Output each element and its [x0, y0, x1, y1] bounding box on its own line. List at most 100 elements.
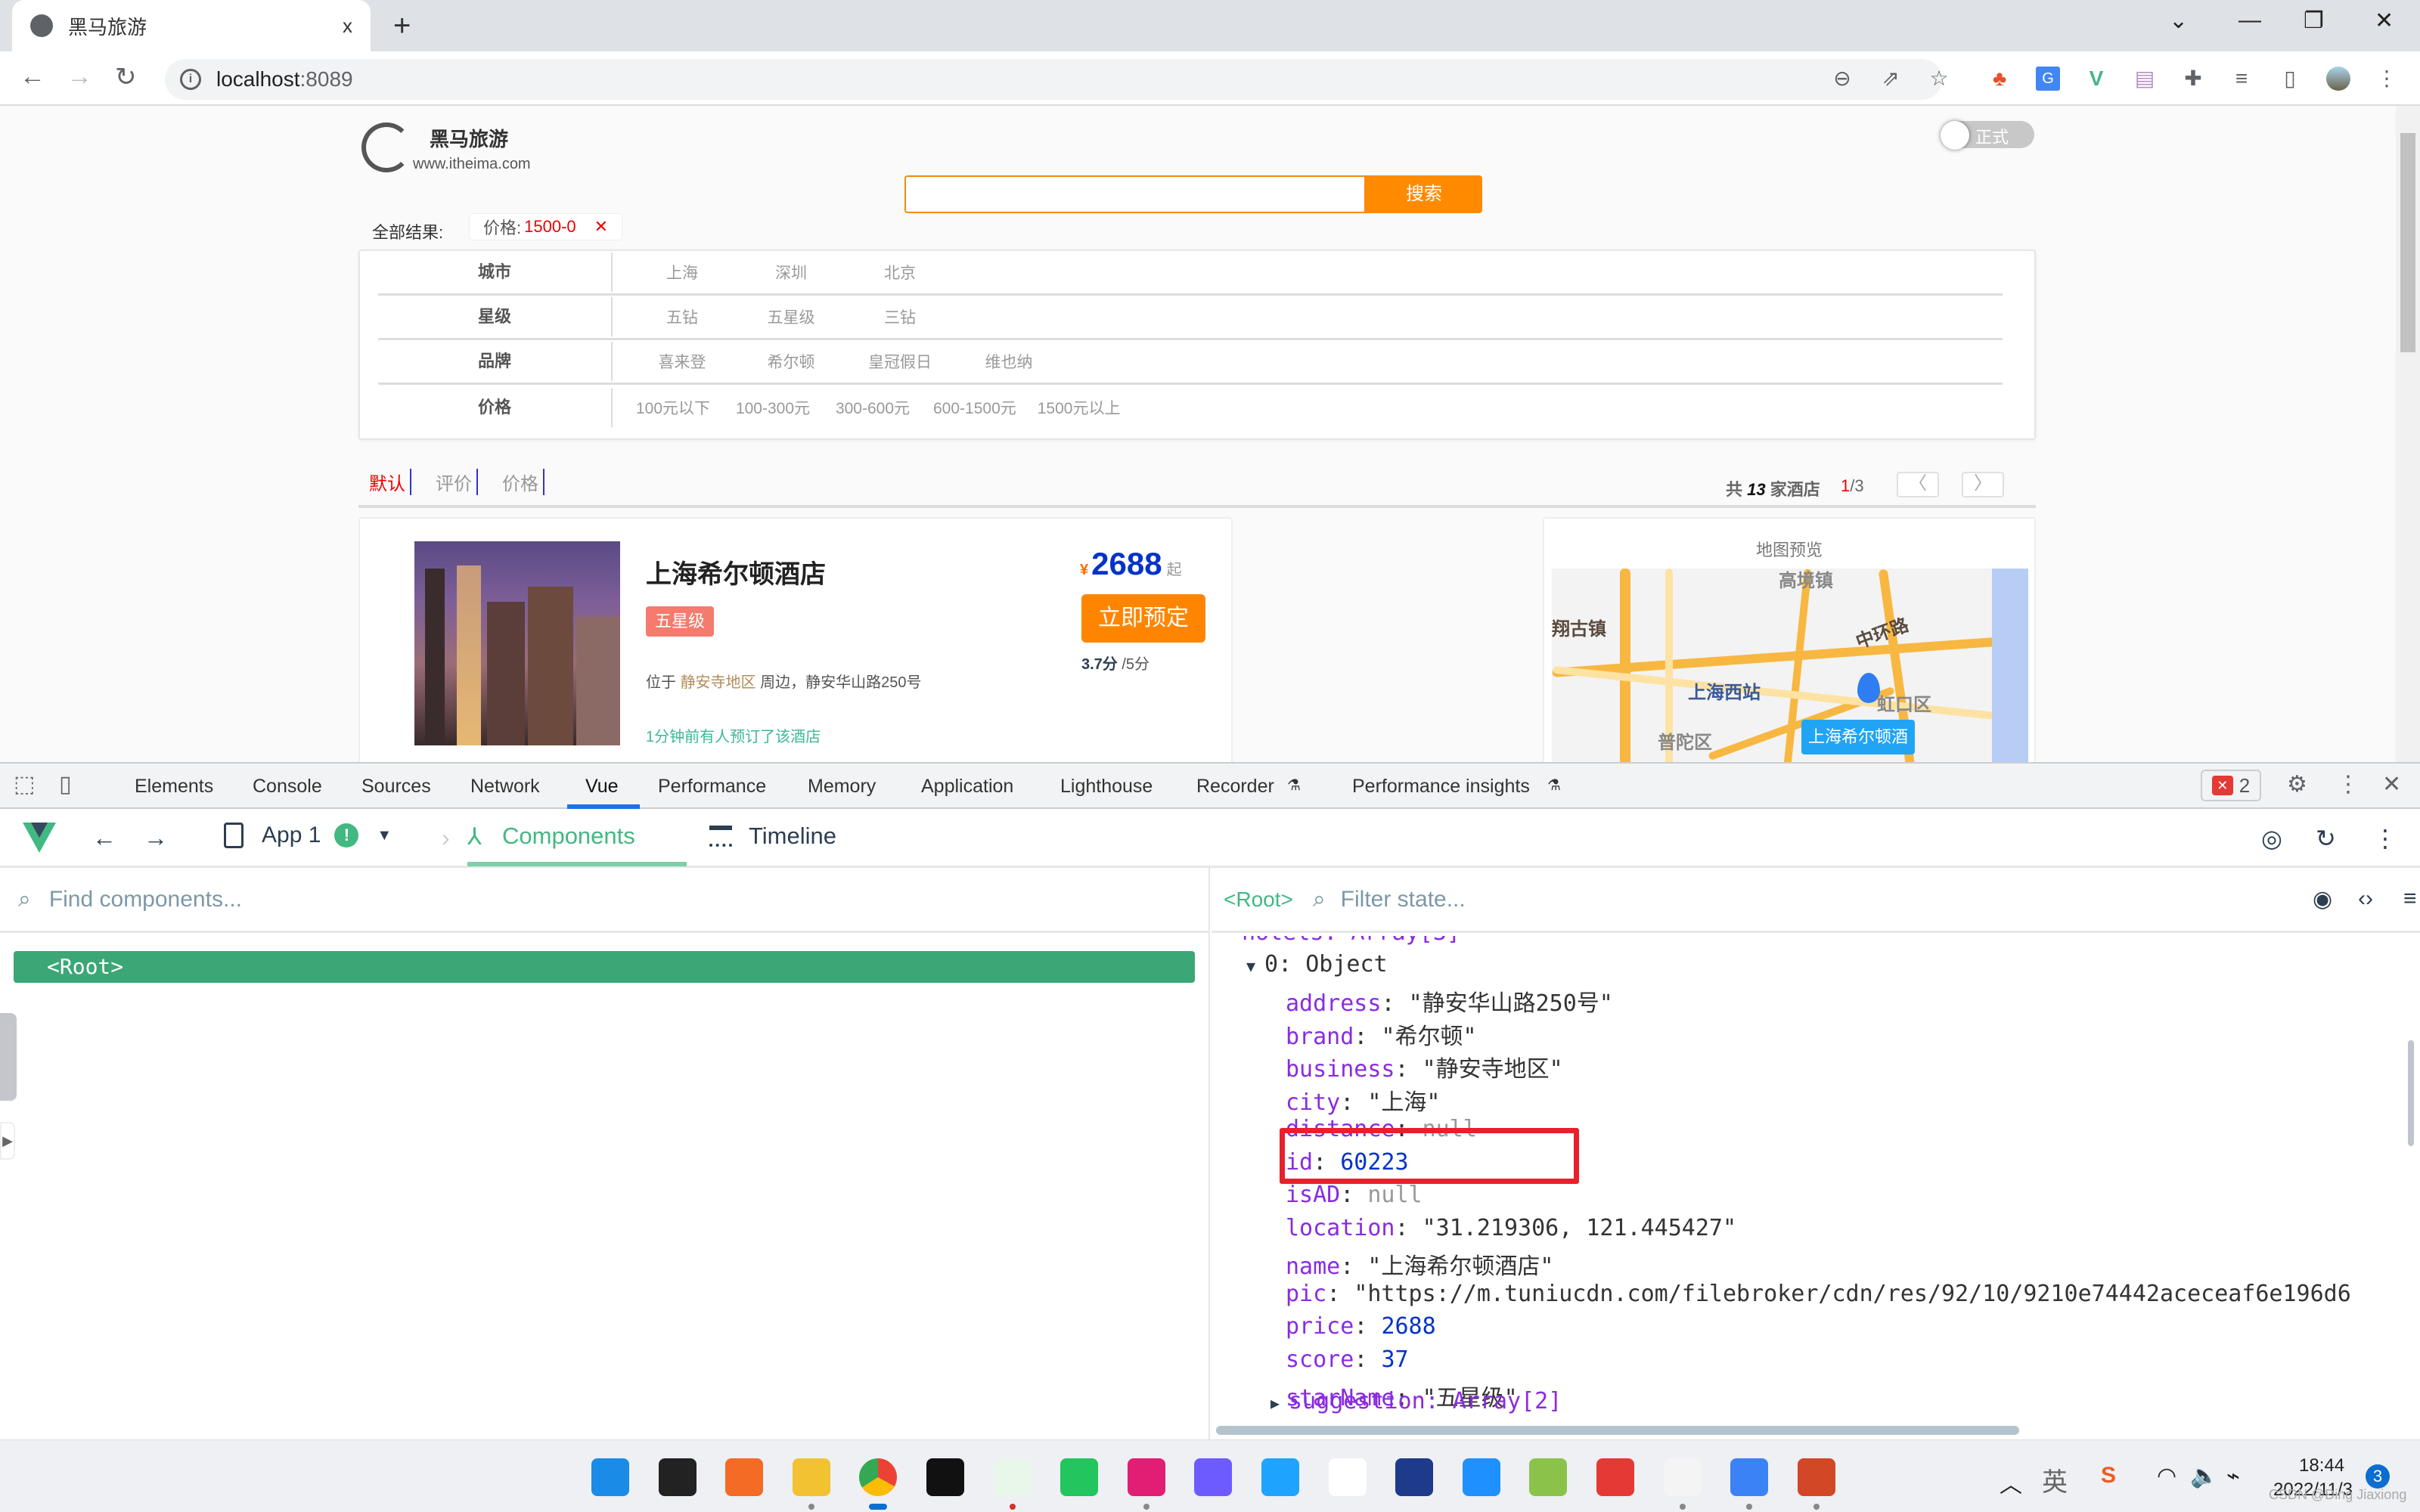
devtools-tab-network[interactable]: Network	[470, 776, 540, 798]
scroll-to-component-icon[interactable]: ◉	[2313, 886, 2332, 912]
timeline-tab[interactable]: Timeline	[709, 823, 836, 850]
vue-more-icon[interactable]: ⋮	[2373, 824, 2397, 853]
taskbar-app-wechat[interactable]	[993, 1458, 1032, 1496]
devtools-tab-memory[interactable]: Memory	[808, 776, 876, 798]
filter-option[interactable]: 300-600元	[833, 396, 912, 419]
sogou-ime-icon[interactable]: S	[2101, 1463, 2116, 1489]
app-selector[interactable]: App 1 ! ▼	[224, 823, 392, 848]
state-field-address[interactable]: address: "静安华山路250号"	[1286, 984, 1613, 1018]
devtools-tab-console[interactable]: Console	[253, 776, 322, 798]
sort-price[interactable]: 价格	[502, 469, 544, 495]
devtools-tab-elements[interactable]: Elements	[135, 776, 213, 798]
taskbar-app-qq[interactable]	[926, 1458, 964, 1496]
browser-tab[interactable]: 黑马旅游 x	[12, 0, 371, 51]
resize-handle[interactable]	[0, 1013, 17, 1101]
filter-option[interactable]: 五钻	[643, 305, 721, 328]
filter-state-input[interactable]: <Root> ⌕ Filter state...	[1212, 868, 2420, 933]
map-view[interactable]: 翔古镇 高境镇 中环路 上海西站 虹口区 普陀区 上海希尔顿酒店	[1552, 569, 2028, 762]
taskbar-app-windows-start[interactable]	[591, 1458, 629, 1496]
minimize-button[interactable]: —	[2238, 8, 2261, 33]
state-field-pic[interactable]: pic: "https://m.tuniucdn.com/filebroker/…	[1286, 1281, 2351, 1307]
show-render-code-icon[interactable]: ‹›	[2358, 886, 2373, 912]
state-field-location[interactable]: location: "31.219306, 121.445427"	[1286, 1215, 1736, 1241]
new-tab-button[interactable]: +	[393, 9, 411, 43]
state-field-brand[interactable]: brand: "希尔顿"	[1286, 1018, 1477, 1051]
suggestion-node[interactable]: ▶ suggestion: Array[2]	[1270, 1388, 1562, 1414]
filter-option[interactable]: 维也纳	[970, 350, 1048, 373]
back-icon[interactable]: ←	[20, 62, 45, 91]
devtools-tab-performance-insights[interactable]: Performance insights	[1352, 776, 1530, 798]
taskbar-app-pycharm[interactable]	[1060, 1458, 1099, 1496]
filter-option[interactable]: 喜来登	[643, 350, 721, 373]
map-pin-icon[interactable]	[1857, 673, 1880, 703]
reload-icon[interactable]: ↻	[115, 62, 137, 92]
taskbar-app-netease-music[interactable]	[1596, 1458, 1634, 1496]
battery-power-icon[interactable]: ⌁	[2226, 1463, 2240, 1489]
more-menu-icon[interactable]: ⋮	[2375, 67, 2399, 91]
tab-search-button[interactable]: ⌄	[2169, 8, 2188, 34]
filter-option[interactable]: 深圳	[752, 261, 830, 284]
devtools-tab-recorder[interactable]: Recorder	[1196, 776, 1274, 798]
devtools-tab-lighthouse[interactable]: Lighthouse	[1060, 776, 1153, 798]
tab-close-button[interactable]: x	[343, 14, 352, 38]
taskbar-app-goland[interactable]	[1194, 1458, 1233, 1496]
taskbar-app-search[interactable]	[658, 1458, 697, 1496]
next-page-button[interactable]: 〉	[1962, 472, 2004, 497]
taskbar-app-typora[interactable]	[1663, 1458, 1702, 1496]
devtools-more-icon[interactable]: ⋮	[2337, 771, 2360, 798]
device-toolbar-icon[interactable]: ▯	[59, 771, 72, 798]
taskbar-app-webstorm[interactable]	[1261, 1458, 1299, 1496]
taskbar-app-dev-cpp[interactable]	[1395, 1458, 1434, 1496]
taskbar-app-intellij-idea[interactable]	[1127, 1458, 1165, 1496]
devtools-tab-vue[interactable]: Vue	[585, 776, 619, 798]
state-section-header[interactable]: hotels: Array[3]	[1242, 936, 1460, 946]
remove-filter-icon[interactable]: ✕	[594, 217, 608, 237]
state-horizontal-scrollbar[interactable]	[1216, 1426, 2019, 1435]
zoom-out-icon[interactable]: ⊖	[1830, 67, 1854, 91]
hotel-image[interactable]	[414, 541, 620, 745]
sitemap-extension-icon[interactable]: ♣	[1987, 67, 2012, 91]
google-translate-icon[interactable]: G	[2036, 67, 2060, 91]
volume-icon[interactable]: 🔈	[2190, 1463, 2218, 1489]
state-field-price[interactable]: price: 2688	[1286, 1313, 1436, 1340]
taskbar-app-notepad-plus-plus[interactable]	[1529, 1458, 1568, 1496]
refresh-icon[interactable]: ↻	[2316, 824, 2336, 853]
devtools-tab-performance[interactable]: Performance	[658, 776, 766, 798]
filter-option[interactable]: 1500元以上	[1038, 396, 1121, 419]
state-field-score[interactable]: score: 37	[1286, 1346, 1409, 1373]
tree-node-root[interactable]: <Root>	[14, 951, 1195, 983]
extensions-puzzle-icon[interactable]: ✚	[2181, 67, 2205, 91]
share-icon[interactable]: ⇗	[1879, 67, 1903, 91]
address-bar[interactable]: i localhost:8089	[165, 59, 1942, 100]
find-components-input[interactable]: ⌕ Find components...	[0, 868, 1210, 933]
filter-option[interactable]: 五星级	[752, 305, 830, 328]
wifi-icon[interactable]: ◠	[2157, 1463, 2176, 1489]
search-input[interactable]	[904, 175, 1366, 213]
notification-badge[interactable]: 3	[2366, 1464, 2390, 1489]
book-now-button[interactable]: 立即预定	[1081, 594, 1205, 643]
prev-page-button[interactable]: 〈	[1897, 472, 1939, 497]
settings-gear-icon[interactable]: ⚙	[2287, 771, 2307, 798]
site-info-icon[interactable]: i	[180, 69, 201, 90]
vue-forward-icon[interactable]: →	[144, 824, 168, 852]
hotel-name[interactable]: 上海希尔顿酒店	[646, 553, 826, 590]
forward-icon[interactable]: →	[67, 62, 92, 91]
taskbar-app-powerpoint[interactable]	[1797, 1458, 1835, 1496]
filter-option[interactable]: 100-300元	[734, 396, 812, 419]
taskbar-app-file-explorer[interactable]	[792, 1458, 830, 1496]
taskbar-app-android-studio[interactable]	[1328, 1458, 1367, 1496]
object-node[interactable]: ▼ 0: Object	[1246, 951, 1388, 978]
filter-option[interactable]: 100元以下	[634, 396, 712, 419]
download-extension-icon[interactable]: ▤	[2133, 67, 2157, 91]
filter-option[interactable]: 希尔顿	[752, 350, 830, 373]
filter-option[interactable]: 三钻	[861, 305, 939, 328]
collapse-panel-icon[interactable]: ≡	[2403, 886, 2417, 912]
filter-option[interactable]: 上海	[643, 261, 721, 284]
filter-option[interactable]: 皇冠假日	[861, 350, 939, 373]
vue-back-icon[interactable]: ←	[92, 824, 116, 852]
taskbar-app-chrome[interactable]	[859, 1458, 898, 1496]
filter-option[interactable]: 600-1500元	[933, 396, 1016, 419]
taskbar-app-vscode[interactable]	[1462, 1458, 1500, 1496]
ime-indicator[interactable]: 英	[2042, 1461, 2068, 1498]
close-window-button[interactable]: ✕	[2375, 8, 2394, 34]
